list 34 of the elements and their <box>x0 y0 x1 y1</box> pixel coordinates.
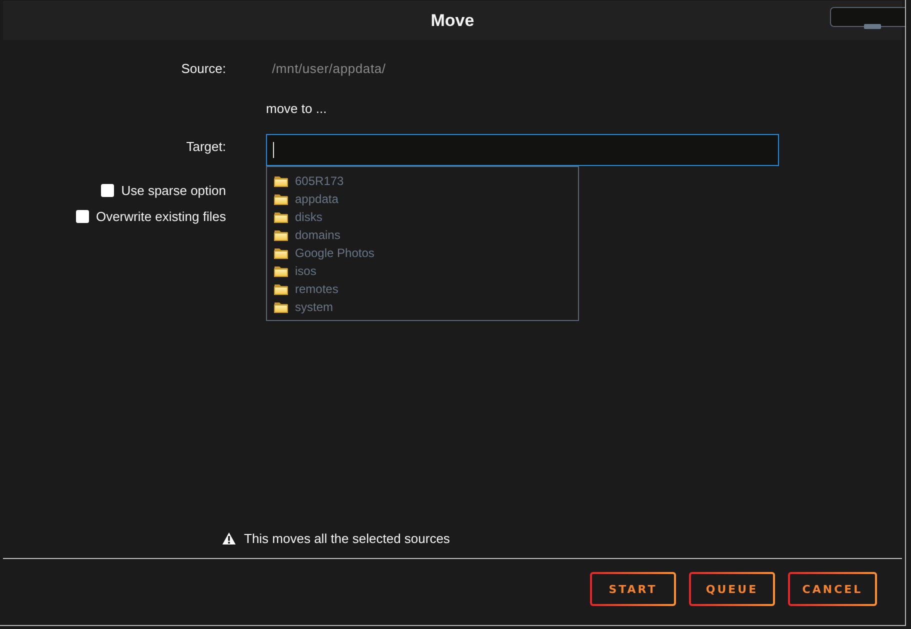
minimize-icon <box>864 24 881 29</box>
source-label: Source: <box>180 60 226 78</box>
folder-icon <box>274 247 288 259</box>
dialog-button[interactable]: CANCEL <box>788 572 877 606</box>
minimize-button[interactable] <box>830 7 905 27</box>
folder-icon <box>274 175 288 187</box>
folder-item[interactable]: isos <box>274 262 578 280</box>
folder-icon <box>274 211 288 223</box>
folder-item[interactable]: remotes <box>274 280 578 298</box>
text-cursor-icon <box>273 142 274 158</box>
folder-item[interactable]: appdata <box>274 190 578 208</box>
warning-text: This moves all the selected sources <box>244 530 450 546</box>
option-label: Overwrite existing files <box>96 208 226 224</box>
dialog-title: Move <box>430 10 474 30</box>
folder-item[interactable]: disks <box>274 208 578 226</box>
folder-icon <box>274 265 288 277</box>
warning-icon <box>222 532 236 544</box>
checkbox[interactable] <box>101 184 114 196</box>
folder-icon <box>274 301 288 313</box>
folder-item[interactable]: system <box>274 298 578 316</box>
folder-item[interactable]: Google Photos <box>274 244 578 262</box>
target-field[interactable] <box>266 134 779 166</box>
dialog-button[interactable]: START <box>590 572 676 606</box>
folder-icon <box>274 193 288 205</box>
folder-item[interactable]: 605R173 <box>274 172 578 190</box>
target-label: Target: <box>185 138 226 156</box>
move-hint: move to ... <box>266 100 328 118</box>
checkbox[interactable] <box>76 210 89 222</box>
source-path: /mnt/user/appdata/ <box>271 60 387 78</box>
folder-item[interactable]: domains <box>274 226 578 244</box>
folder-icon <box>274 229 288 241</box>
folder-icon <box>274 283 288 295</box>
option-label: Use sparse option <box>121 182 226 198</box>
dialog-button[interactable]: QUEUE <box>689 572 775 606</box>
